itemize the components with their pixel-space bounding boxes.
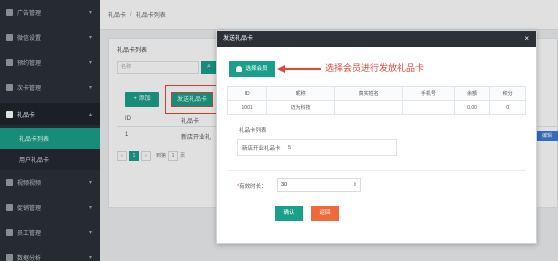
card-list-row[interactable]: 新店开业礼品卡 5 <box>237 139 397 156</box>
validity-label: *有效时长： <box>237 182 267 190</box>
member-table: ID 昵称 真实姓名 手机号 余额 积分 1001 迈为科技 0.00 0 <box>226 86 526 115</box>
column-header: 积分 <box>489 86 526 101</box>
validity-stepper[interactable]: 30 ⇕ <box>277 178 361 192</box>
annotation-text: 选择会员进行发放礼品卡 <box>325 63 425 73</box>
card-quantity[interactable]: 5 <box>288 145 298 151</box>
cell-real-name <box>334 100 404 115</box>
cell-id: 1001 <box>226 100 268 115</box>
close-icon[interactable]: × <box>524 31 529 47</box>
cell-nickname: 迈为科技 <box>266 100 336 115</box>
table-row[interactable]: 1001 迈为科技 0.00 0 <box>226 100 526 115</box>
column-header: 真实姓名 <box>334 86 404 101</box>
cell-balance: 0.00 <box>453 100 491 115</box>
arrow-line <box>283 68 321 70</box>
dialog-header: 发送礼品卡 × <box>217 31 536 47</box>
column-header: 手机号 <box>402 86 455 101</box>
user-icon <box>236 66 243 72</box>
validity-value: 30 <box>281 182 288 188</box>
issue-gift-card-dialog: 发送礼品卡 × 选择会员 选择会员进行发放礼品卡 ID 昵称 真实姓名 手机号 … <box>216 30 537 244</box>
card-section-label: 礼品卡列表 <box>239 128 267 134</box>
cell-points: 0 <box>489 100 526 115</box>
cell-phone <box>402 100 455 115</box>
select-member-button[interactable]: 选择会员 <box>229 61 275 77</box>
table-header-row: ID 昵称 真实姓名 手机号 余额 积分 <box>226 86 526 101</box>
back-button[interactable]: 返回 <box>311 206 339 221</box>
dialog-title: 发送礼品卡 <box>223 36 254 42</box>
select-member-label: 选择会员 <box>245 66 268 72</box>
validity-label-text: 有效时长： <box>239 184 267 190</box>
confirm-button[interactable]: 确认 <box>275 206 303 221</box>
divider <box>227 170 526 171</box>
card-name: 新店开业礼品卡 <box>242 145 281 152</box>
column-header: ID <box>226 86 268 101</box>
stepper-icon[interactable]: ⇕ <box>353 179 357 191</box>
column-header: 昵称 <box>266 86 336 101</box>
column-header: 余额 <box>453 86 491 101</box>
